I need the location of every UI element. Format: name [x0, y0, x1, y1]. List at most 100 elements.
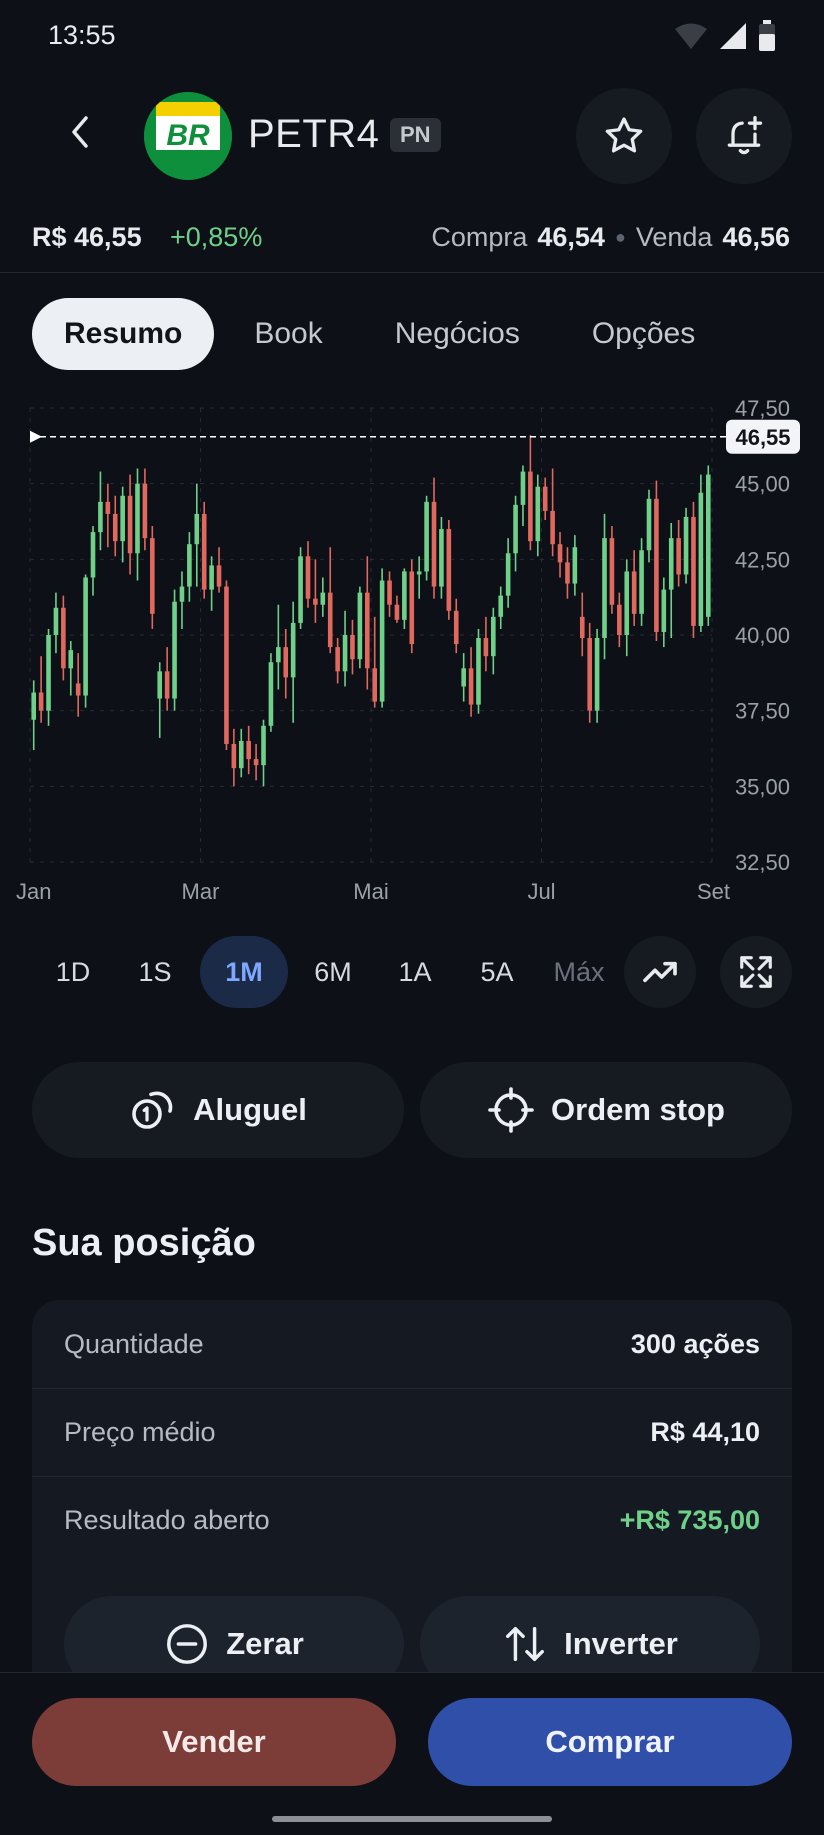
candle-body — [617, 604, 622, 635]
candle-body — [439, 529, 444, 587]
stop-order-button[interactable]: Ordem stop — [420, 1062, 792, 1158]
candle-body — [364, 592, 370, 669]
status-time: 13:55 — [48, 20, 116, 50]
price-chart[interactable]: Jan Mar Mai Jul Set 47,50 45,00 42,50 40,00 37,50… — [0, 386, 824, 916]
y-tick-label: 32,50 — [735, 850, 790, 875]
candle-body — [609, 538, 615, 605]
candle-body — [83, 577, 88, 696]
buy-button[interactable]: Comprar — [428, 1698, 792, 1786]
candle-body — [379, 580, 385, 702]
candle-body — [335, 647, 340, 672]
candle-body — [453, 610, 459, 645]
expand-icon — [740, 956, 772, 988]
candle-body — [394, 604, 400, 620]
candle-body — [676, 538, 681, 575]
candle-body — [68, 650, 74, 669]
x-tick-label: Mar — [182, 879, 220, 904]
candle-body — [342, 635, 348, 672]
candle-body — [461, 668, 466, 687]
candle-body — [120, 495, 125, 542]
signal-icon — [720, 23, 746, 49]
y-tick-label: 35,00 — [735, 774, 790, 799]
fullscreen-button[interactable] — [720, 936, 792, 1008]
period-5a[interactable]: 5A — [460, 936, 534, 1008]
candle-body — [698, 492, 704, 626]
candle-body — [231, 743, 237, 769]
candle-body — [661, 589, 667, 632]
separator-dot: ● — [614, 227, 626, 247]
candle-body — [483, 638, 489, 657]
candle-body — [646, 498, 652, 551]
y-tick-label: 42,50 — [735, 547, 790, 572]
candle-body — [498, 595, 504, 617]
candle-body — [172, 601, 177, 699]
ask-value: 46,56 — [722, 222, 790, 252]
tab-book[interactable]: Book — [222, 298, 354, 370]
candle-body — [520, 471, 526, 505]
candle-body — [565, 562, 570, 584]
period-1m[interactable]: 1M — [200, 936, 288, 1008]
y-tick-label: 47,50 — [735, 396, 790, 421]
candle-body — [424, 501, 429, 572]
x-tick-label: Mai — [353, 879, 388, 904]
coins-icon — [132, 1091, 173, 1129]
candle-body — [298, 556, 303, 623]
x-tick-label: Jul — [527, 879, 555, 904]
period-max[interactable]: Máx — [542, 936, 616, 1008]
chart-type-button[interactable] — [624, 936, 696, 1008]
period-6m[interactable]: 6M — [296, 936, 370, 1008]
candle-body — [535, 486, 541, 542]
star-icon — [605, 117, 643, 153]
favorite-button[interactable] — [576, 88, 672, 184]
last-price-label: 46,55 — [735, 425, 790, 450]
candle-body — [639, 550, 644, 614]
candle-body — [372, 668, 378, 702]
candle-body — [46, 635, 51, 711]
sell-button[interactable]: Vender — [32, 1698, 396, 1786]
period-1s[interactable]: 1S — [118, 936, 192, 1008]
bid-label: Compra — [431, 222, 528, 252]
position-row-open-result: Resultado aberto +R$ 735,00 — [64, 1476, 760, 1564]
candle-body — [98, 501, 103, 533]
candle-body — [691, 516, 696, 626]
period-1a[interactable]: 1A — [378, 936, 452, 1008]
candle-body — [253, 759, 259, 766]
x-tick-label: Set — [697, 879, 730, 904]
candle-body — [327, 592, 333, 648]
tab-resumo[interactable]: Resumo — [32, 298, 215, 370]
tab-negocios[interactable]: Negócios — [363, 298, 552, 370]
candle-body — [305, 556, 311, 599]
candle-body — [572, 547, 578, 584]
row-value: +R$ 735,00 — [619, 1504, 760, 1535]
candle-body — [579, 616, 585, 639]
candle-body — [468, 668, 474, 705]
period-1d[interactable]: 1D — [36, 936, 110, 1008]
rent-button[interactable]: Aluguel — [32, 1062, 404, 1158]
share-class-badge: PN — [390, 118, 441, 152]
candle-body — [164, 671, 170, 699]
period-selector: 1D 1S 1M 6M 1A 5A Máx — [36, 936, 626, 1008]
row-value: R$ 44,10 — [650, 1416, 760, 1447]
candle-body — [268, 662, 274, 726]
trending-up-icon — [643, 961, 677, 983]
candle-body — [283, 647, 289, 678]
battery-icon — [759, 20, 775, 51]
candle-body — [90, 532, 96, 578]
add-alert-button[interactable] — [696, 88, 792, 184]
tab-opcoes[interactable]: Opções — [560, 298, 727, 370]
x-tick-label: Jan — [16, 879, 51, 904]
row-label: Resultado aberto — [64, 1504, 270, 1535]
candle-body — [387, 580, 392, 605]
back-button[interactable] — [56, 108, 104, 156]
candle-body — [654, 498, 659, 632]
crosshair-icon — [488, 1087, 534, 1133]
candle-body — [594, 638, 600, 711]
candle-body — [31, 692, 37, 720]
candle-body — [142, 483, 148, 539]
bid-ask: Compra 46,54 ● Venda 46,56 — [431, 222, 790, 253]
candle-body — [157, 671, 163, 699]
bell-plus-icon — [727, 116, 763, 155]
candle-body — [224, 586, 229, 744]
candle-body — [528, 471, 533, 542]
y-tick-label: 40,00 — [735, 623, 790, 648]
